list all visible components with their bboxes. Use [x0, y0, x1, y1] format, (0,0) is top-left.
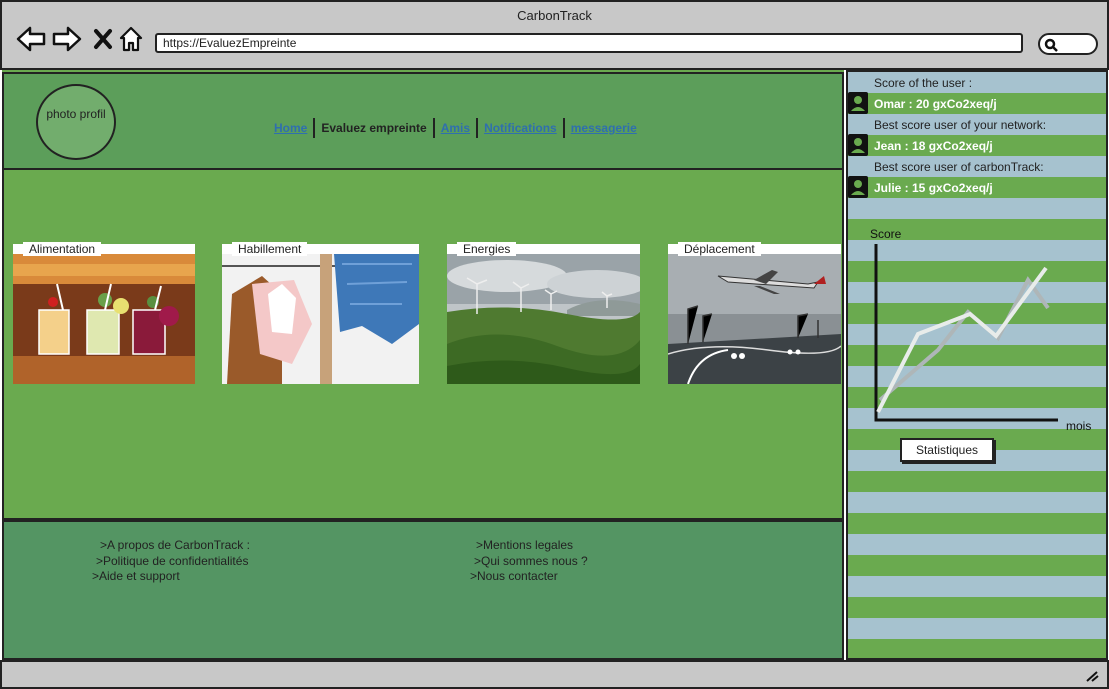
user-score-label: Score of the user : — [874, 76, 973, 90]
nav-amis[interactable]: Amis — [435, 121, 476, 135]
cocktails-image — [13, 254, 195, 384]
category-card-deplacement[interactable]: Déplacement — [668, 242, 841, 384]
footer-link-contact[interactable]: >Nous contacter — [470, 569, 558, 583]
category-label: Alimentation — [23, 242, 102, 256]
chart-x-label: mois — [1066, 419, 1091, 433]
category-label: Habillement — [232, 242, 308, 256]
category-content: Alimentation Habillement Energies Déplac… — [2, 170, 844, 520]
browser-search-field[interactable] — [1038, 33, 1098, 55]
user-avatar-icon — [848, 92, 868, 114]
profile-photo[interactable]: photo profil — [36, 84, 116, 160]
home-icon[interactable] — [116, 24, 146, 54]
profile-photo-label: photo profil — [46, 107, 106, 121]
category-label: Déplacement — [678, 242, 761, 256]
category-card-alimentation[interactable]: Alimentation — [13, 242, 195, 384]
global-score-value: Julie : 15 gxCo2xeq/j — [874, 181, 993, 195]
browser-chrome: CarbonTrack https://EvaluezEmpreinte — [0, 0, 1109, 70]
resize-handle-icon[interactable] — [1085, 670, 1099, 682]
clothes-image — [222, 254, 419, 384]
user-avatar-icon — [848, 134, 868, 156]
footer-link-privacy[interactable]: >Politique de confidentialités — [96, 554, 248, 568]
footer-link-help[interactable]: >Aide et support — [92, 569, 180, 583]
footer-link-about-us[interactable]: >Qui sommes nous ? — [474, 554, 588, 568]
search-icon — [1044, 38, 1058, 52]
main-nav: Home Evaluez empreinte Amis Notification… — [268, 118, 643, 138]
page-footer: >A propos de CarbonTrack : >Politique de… — [2, 520, 844, 660]
footer-link-legal[interactable]: >Mentions legales — [476, 538, 573, 552]
network-score-value: Jean : 18 gxCo2xeq/j — [874, 139, 993, 153]
category-card-energies[interactable]: Energies — [447, 242, 640, 384]
user-avatar-icon — [848, 176, 868, 198]
nav-evaluez-empreinte[interactable]: Evaluez empreinte — [315, 121, 432, 135]
nav-messagerie[interactable]: messagerie — [565, 121, 643, 135]
global-score-label: Best score user of carbonTrack: — [874, 160, 1044, 174]
chart-y-label: Score — [870, 227, 902, 241]
network-score-label: Best score user of your network: — [874, 118, 1047, 132]
score-sidebar: Score of the user : Omar : 20 gxCo2xeq/j… — [846, 70, 1108, 660]
score-chart: Score mois — [858, 224, 1106, 434]
nav-home[interactable]: Home — [268, 121, 313, 135]
main-area: photo profil Home Evaluez empreinte Amis… — [2, 70, 844, 660]
browser-status-bar — [0, 660, 1109, 689]
airplane-road-image — [668, 254, 841, 384]
user-score-value: Omar : 20 gxCo2xeq/j — [874, 97, 997, 111]
category-card-habillement[interactable]: Habillement — [222, 242, 419, 384]
footer-link-about[interactable]: >A propos de CarbonTrack : — [100, 538, 250, 552]
url-input[interactable]: https://EvaluezEmpreinte — [155, 33, 1023, 53]
wind-turbines-image — [447, 254, 640, 384]
page-header: photo profil Home Evaluez empreinte Amis… — [2, 72, 844, 170]
chart-axes — [874, 244, 1058, 422]
forward-arrow-icon[interactable] — [52, 24, 82, 54]
close-icon[interactable] — [88, 24, 118, 54]
window-title: CarbonTrack — [517, 8, 592, 23]
nav-notifications[interactable]: Notifications — [478, 121, 563, 135]
statistics-button[interactable]: Statistiques — [900, 438, 994, 462]
back-arrow-icon[interactable] — [16, 24, 46, 54]
category-label: Energies — [457, 242, 517, 256]
